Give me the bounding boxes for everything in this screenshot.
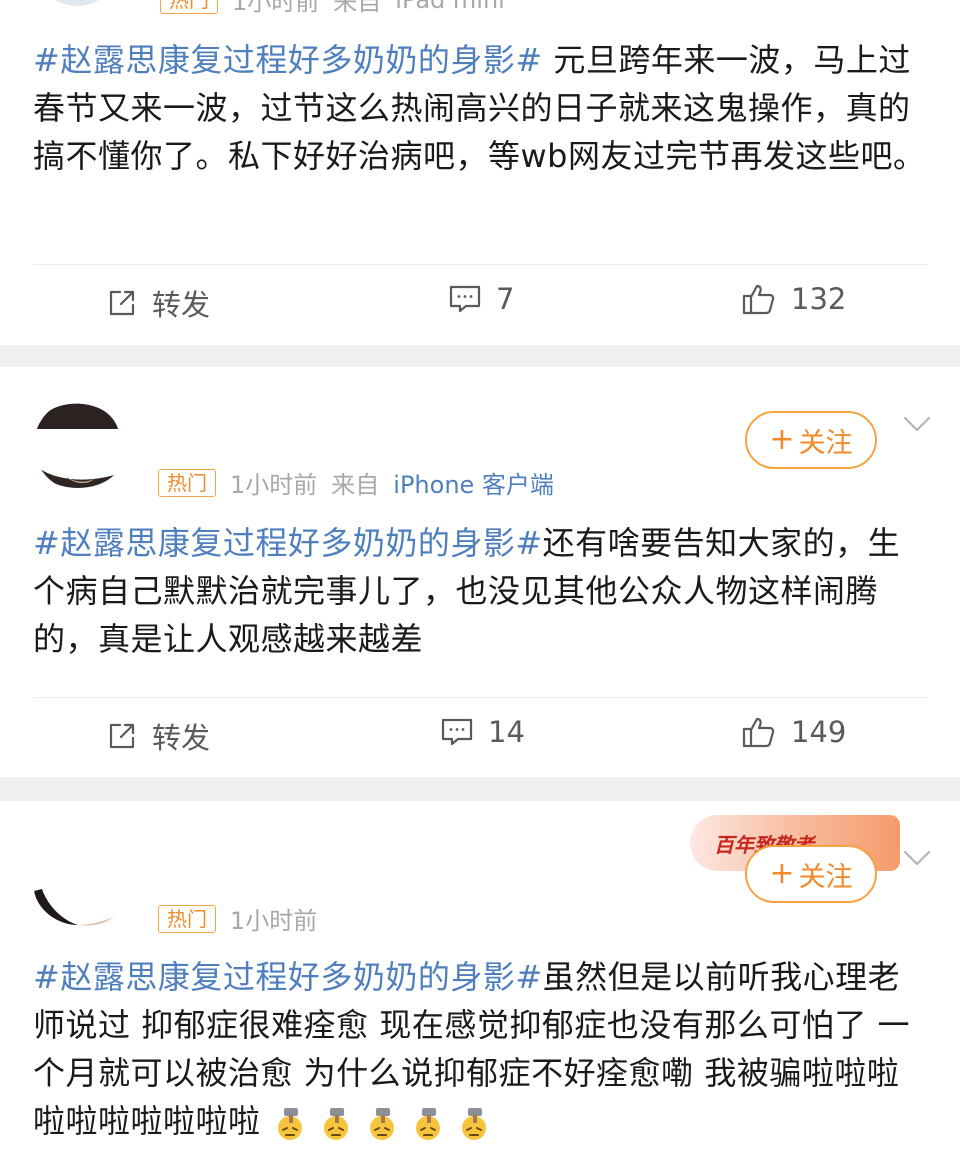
- post-text: #赵露思康复过程好多奶奶的身影#还有啥要告知大家的，生个病自己默默治就完事儿了，…: [33, 519, 928, 663]
- comment-button[interactable]: 7: [448, 282, 514, 316]
- emoji-row: [271, 1104, 493, 1142]
- avatar[interactable]: [34, 399, 126, 491]
- source-device[interactable]: iPhone 客户端: [393, 465, 554, 500]
- share-edit-icon: [109, 723, 135, 749]
- divider: [33, 264, 928, 265]
- share-edit-icon: [109, 290, 135, 316]
- thumbs-up-icon: [742, 284, 775, 315]
- comment-count: 14: [488, 715, 525, 749]
- hot-badge: 热门: [158, 904, 216, 933]
- post-card-3: 百年致敬者 热门 1小时前 + 关注 #赵露思康复过程好多奶奶的身影#虽然但是以…: [0, 801, 960, 1175]
- thumbs-up-icon: [742, 717, 775, 748]
- source-prefix: 来自: [331, 471, 380, 499]
- post-time: 1小时前: [230, 907, 318, 935]
- follow-label: 关注: [798, 861, 853, 893]
- repost-label: 转发: [152, 721, 211, 755]
- post-card-2: 热门 1小时前 来自 iPhone 客户端 + 关注 #赵露思康复过程好多奶奶的…: [0, 367, 960, 777]
- repost-button[interactable]: 转发: [106, 282, 210, 324]
- repost-label: 转发: [152, 288, 211, 322]
- post-meta: 热门 1小时前: [158, 901, 317, 936]
- follow-button[interactable]: + 关注: [745, 411, 877, 469]
- card-separator: [0, 777, 960, 801]
- avatar[interactable]: [34, 0, 120, 6]
- hammer-emoji: [277, 1108, 302, 1140]
- post-meta: 热门 1小时前 来自 iPhone 客户端: [158, 465, 554, 500]
- comment-count: 7: [496, 282, 515, 316]
- comment-icon: [441, 718, 473, 746]
- post-text: #赵露思康复过程好多奶奶的身影# 元旦跨年来一波，马上过春节又来一波，过节这么热…: [33, 36, 928, 180]
- like-button[interactable]: 132: [741, 282, 846, 316]
- plus-icon: +: [769, 856, 795, 891]
- post-time: 1小时前: [230, 471, 318, 499]
- hammer-emoji: [415, 1108, 440, 1140]
- post-meta: 热门 1小时前 来自 iPad mini: [160, 0, 505, 17]
- like-button[interactable]: 149: [741, 715, 846, 749]
- like-count: 132: [791, 282, 847, 316]
- source-device: iPad mini: [395, 0, 505, 14]
- post-text: #赵露思康复过程好多奶奶的身影#虽然但是以前听我心理老师说过 抑郁症很难痊愈 现…: [33, 953, 928, 1145]
- hot-badge: 热门: [158, 468, 216, 497]
- avatar[interactable]: [34, 841, 126, 933]
- chevron-down-icon[interactable]: [902, 415, 932, 433]
- plus-icon: +: [769, 422, 795, 457]
- hammer-emoji: [461, 1108, 486, 1140]
- card-separator: [0, 345, 960, 367]
- chevron-down-icon[interactable]: [902, 849, 932, 867]
- post-time: 1小时前: [232, 0, 320, 16]
- like-count: 149: [791, 715, 847, 749]
- hot-badge: 热门: [160, 0, 218, 14]
- repost-button[interactable]: 转发: [106, 715, 210, 757]
- divider: [33, 697, 928, 698]
- hammer-emoji: [369, 1108, 394, 1140]
- follow-label: 关注: [798, 427, 853, 459]
- post-card-1: 热门 1小时前 来自 iPad mini #赵露思康复过程好多奶奶的身影# 元旦…: [0, 0, 960, 345]
- follow-button[interactable]: + 关注: [745, 845, 877, 903]
- comment-icon: [449, 285, 481, 313]
- hammer-emoji: [323, 1108, 348, 1140]
- hashtag-link[interactable]: #赵露思康复过程好多奶奶的身影#: [33, 524, 543, 562]
- comment-button[interactable]: 14: [440, 715, 525, 749]
- hashtag-link[interactable]: #赵露思康复过程好多奶奶的身影#: [33, 958, 543, 996]
- hashtag-link[interactable]: #赵露思康复过程好多奶奶的身影#: [33, 41, 543, 79]
- source-prefix: 来自: [333, 0, 382, 16]
